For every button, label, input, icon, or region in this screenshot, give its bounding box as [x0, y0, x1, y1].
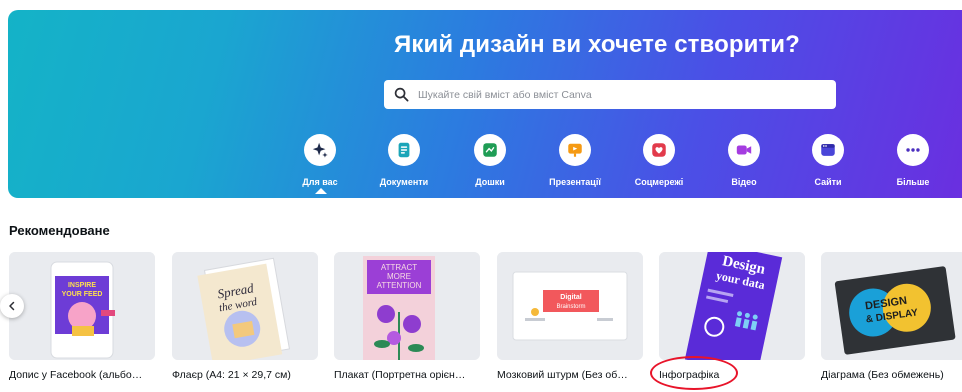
template-card-diagram[interactable]: DESIGN & DISPLAY Діаграма (Без обмежень) [821, 252, 962, 392]
facebook-post-preview: INSPIRE YOUR FEED [9, 252, 155, 360]
category-label: Соцмережі [634, 177, 684, 187]
template-caption: Мозковий штурм (Без об… [497, 369, 628, 381]
thumb-text: YOUR FEED [62, 291, 103, 298]
thumb-text: INSPIRE [68, 282, 96, 289]
category-label: Сайти [814, 177, 842, 187]
category-whiteboards[interactable]: Дошки [448, 134, 532, 194]
category-label: Презентації [549, 177, 601, 187]
video-icon [736, 145, 752, 155]
thumb-text: Brainstorm [556, 304, 585, 310]
category-label: Дошки [475, 177, 505, 187]
category-label: Відео [731, 177, 757, 187]
category-presentations[interactable]: Презентації [533, 134, 617, 194]
document-icon [398, 142, 410, 158]
presentation-icon [568, 143, 582, 157]
template-thumbnail: Digital Brainstorm [497, 252, 643, 360]
category-bar: Для вас Документи Дошки Презентації Соцм… [278, 134, 962, 198]
diagram-preview: DESIGN & DISPLAY [821, 252, 962, 360]
thumb-text: ATTENTION [377, 281, 422, 290]
template-card-facebook-post[interactable]: INSPIRE YOUR FEED Допис у Facebook (альб… [9, 252, 155, 392]
thumb-text: Digital [560, 294, 581, 301]
category-for-you[interactable]: Для вас [278, 134, 362, 194]
category-video[interactable]: Відео [702, 134, 786, 194]
template-caption: Флаєр (A4: 21 × 29,7 см) [172, 369, 291, 381]
hero-banner: Який дизайн ви хочете створити? Для вас [8, 10, 962, 198]
recommended-carousel: INSPIRE YOUR FEED Допис у Facebook (альб… [9, 252, 962, 392]
highlight-annotation-ring [650, 356, 738, 390]
template-thumbnail: INSPIRE YOUR FEED [9, 252, 155, 360]
template-thumbnail: Design your data [659, 252, 805, 360]
template-caption: Допис у Facebook (альбо… [9, 369, 143, 381]
flyer-preview: Spread the word [172, 252, 318, 360]
chevron-left-icon [9, 301, 15, 311]
template-card-flyer[interactable]: Spread the word Флаєр (A4: 21 × 29,7 см) [172, 252, 318, 392]
infographic-preview: Design your data [659, 252, 805, 360]
whiteboard-icon [483, 143, 497, 157]
template-thumbnail: Spread the word [172, 252, 318, 360]
search-input[interactable] [418, 80, 836, 109]
sparkle-icon [312, 142, 328, 158]
search-bar[interactable] [384, 80, 836, 109]
category-label: Для вас [302, 177, 338, 187]
template-card-brainstorm[interactable]: Digital Brainstorm Мозковий штурм (Без о… [497, 252, 643, 392]
carousel-scroll-left-button[interactable] [0, 294, 24, 318]
active-category-marker [315, 188, 327, 194]
template-card-poster[interactable]: ATTRACT MORE ATTENTION Плакат (Портретна… [334, 252, 480, 392]
search-icon [394, 87, 409, 102]
more-icon [906, 148, 920, 152]
brainstorm-preview: Digital Brainstorm [497, 252, 643, 360]
thumb-text: ATTRACT [381, 263, 417, 272]
category-websites[interactable]: Сайти [786, 134, 870, 194]
template-caption: Плакат (Портретна орієн… [334, 369, 466, 381]
template-caption: Діаграма (Без обмежень) [821, 369, 944, 381]
hero-title: Який дизайн ви хочете створити? [394, 31, 800, 58]
heart-icon [652, 143, 666, 157]
category-more[interactable]: Більше [871, 134, 955, 194]
template-thumbnail: ATTRACT MORE ATTENTION [334, 252, 480, 360]
category-docs[interactable]: Документи [362, 134, 446, 194]
website-icon [821, 144, 835, 156]
category-social[interactable]: Соцмережі [617, 134, 701, 194]
category-label: Більше [896, 177, 930, 187]
template-thumbnail: DESIGN & DISPLAY [821, 252, 962, 360]
poster-preview: ATTRACT MORE ATTENTION [334, 252, 480, 360]
section-title-recommended: Рекомендоване [9, 223, 110, 238]
thumb-text: MORE [387, 272, 411, 281]
category-label: Документи [379, 177, 429, 187]
